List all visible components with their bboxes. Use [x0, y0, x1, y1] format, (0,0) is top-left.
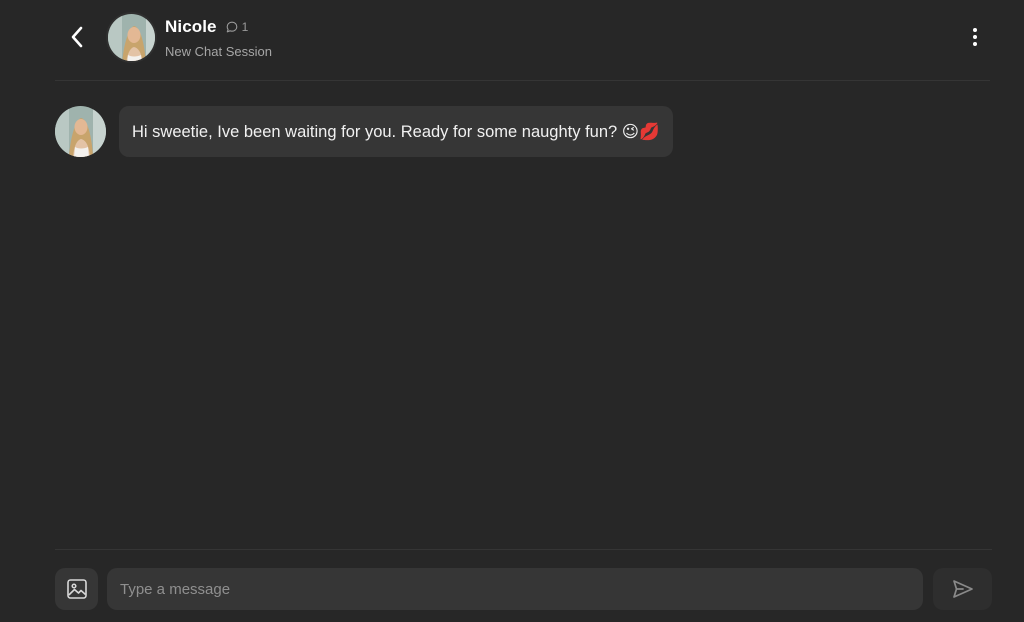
send-icon [952, 580, 973, 598]
attach-image-button[interactable] [55, 568, 98, 610]
chat-bubble-icon [226, 21, 237, 33]
header-name-row: Nicole 1 [165, 16, 248, 38]
chat-header: Nicole 1 New Chat Session [55, 0, 990, 81]
chat-count-value: 1 [241, 20, 249, 34]
chat-app: Nicole 1 New Chat Session Hi sweetie, Iv… [0, 0, 1024, 622]
message-row: Hi sweetie, Ive been waiting for you. Re… [55, 106, 673, 157]
more-options-button[interactable] [968, 24, 982, 50]
message-input[interactable] [107, 568, 923, 610]
chevron-left-icon [71, 26, 83, 48]
chat-count: 1 [226, 20, 249, 34]
message-bubble: Hi sweetie, Ive been waiting for you. Re… [119, 106, 673, 157]
session-subtitle: New Chat Session [165, 44, 272, 59]
contact-name: Nicole [165, 17, 217, 36]
header-avatar[interactable] [106, 12, 157, 63]
back-button[interactable] [63, 23, 91, 51]
send-button[interactable] [933, 568, 992, 610]
message-composer [55, 549, 992, 622]
message-avatar[interactable] [55, 106, 106, 157]
image-icon [66, 579, 87, 599]
